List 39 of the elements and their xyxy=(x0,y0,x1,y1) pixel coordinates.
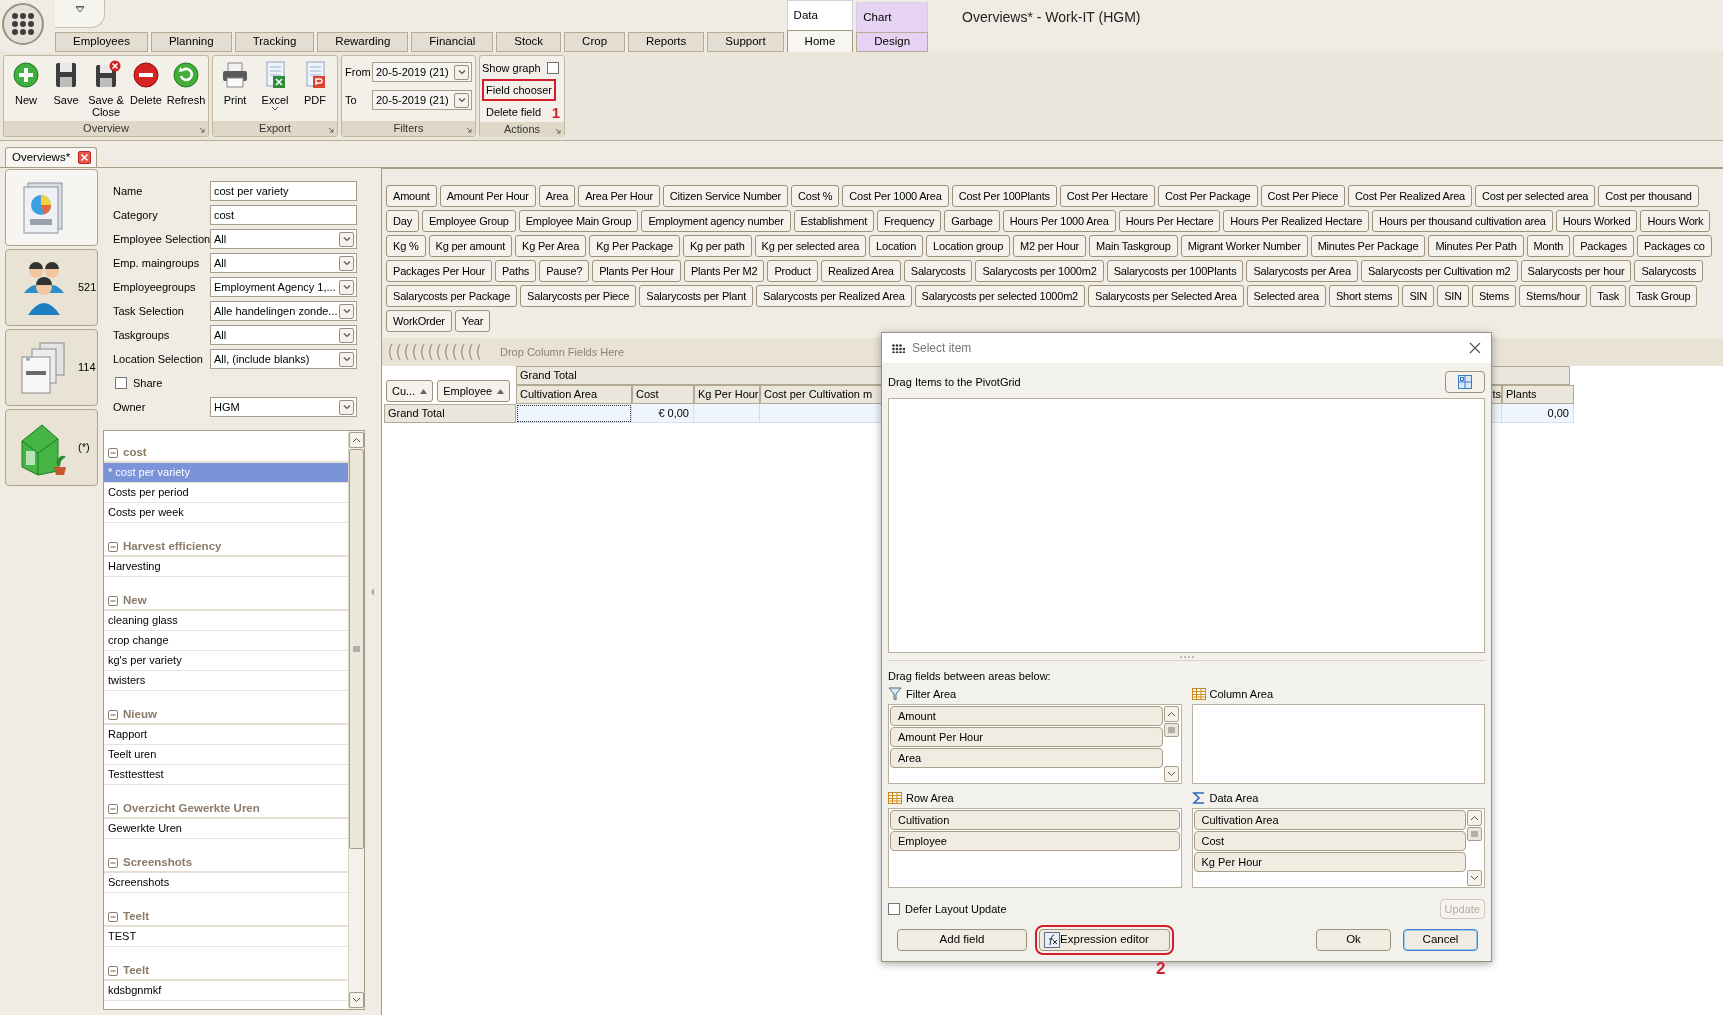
context-tab-header: Chart xyxy=(856,2,929,32)
field-label: From xyxy=(345,64,368,80)
field-label: Employeegroups xyxy=(113,279,197,295)
row-header: Grand Total xyxy=(384,404,516,423)
column-header: Cost xyxy=(632,385,694,404)
callout-number: 1 xyxy=(551,104,560,120)
count-label: 521 xyxy=(78,280,97,296)
field-label: To xyxy=(345,92,358,108)
group-title: Actions xyxy=(503,122,541,138)
checkbox-label: Show graph xyxy=(482,60,541,76)
field-label: Location Selection xyxy=(113,351,204,367)
area-label: Column Area xyxy=(1209,686,1274,702)
window-title: Overviews* - Work-IT (HGM) xyxy=(962,8,1141,27)
field-label: Employee Selection xyxy=(113,231,210,247)
area-label: Data Area xyxy=(1209,790,1259,806)
field-label: Taskgroups xyxy=(113,327,171,343)
column-header: Cultivation Area xyxy=(516,385,632,404)
field-label: Task Selection xyxy=(113,303,185,319)
count-label: 114 xyxy=(78,360,96,376)
field-label: Emp. maingroups xyxy=(113,255,201,271)
instruction-text: Drag fields between areas below: xyxy=(888,669,1052,684)
column-header: Plants xyxy=(1502,385,1574,404)
group-title: Overview xyxy=(83,121,129,137)
context-tab-header: Data xyxy=(786,0,854,30)
field-label: Owner xyxy=(113,399,147,415)
callout-number: 2 xyxy=(1156,960,1166,977)
column-header: Kg Per Hour xyxy=(694,385,760,404)
field-label: Name xyxy=(113,183,144,199)
table-cell: € 0,00 xyxy=(632,404,694,423)
checkbox-label: Share xyxy=(133,375,163,391)
table-cell: 0,00 xyxy=(1502,404,1574,423)
field-label: Category xyxy=(113,207,159,223)
count-label: (*) xyxy=(78,440,90,456)
group-title: Filters xyxy=(393,121,424,137)
group-title: Export xyxy=(259,121,291,137)
checkbox-label: Defer Layout Update xyxy=(905,901,1008,917)
dialog-title: Select item xyxy=(912,340,973,357)
area-label: Filter Area xyxy=(906,686,957,702)
area-label: Row Area xyxy=(906,790,954,806)
